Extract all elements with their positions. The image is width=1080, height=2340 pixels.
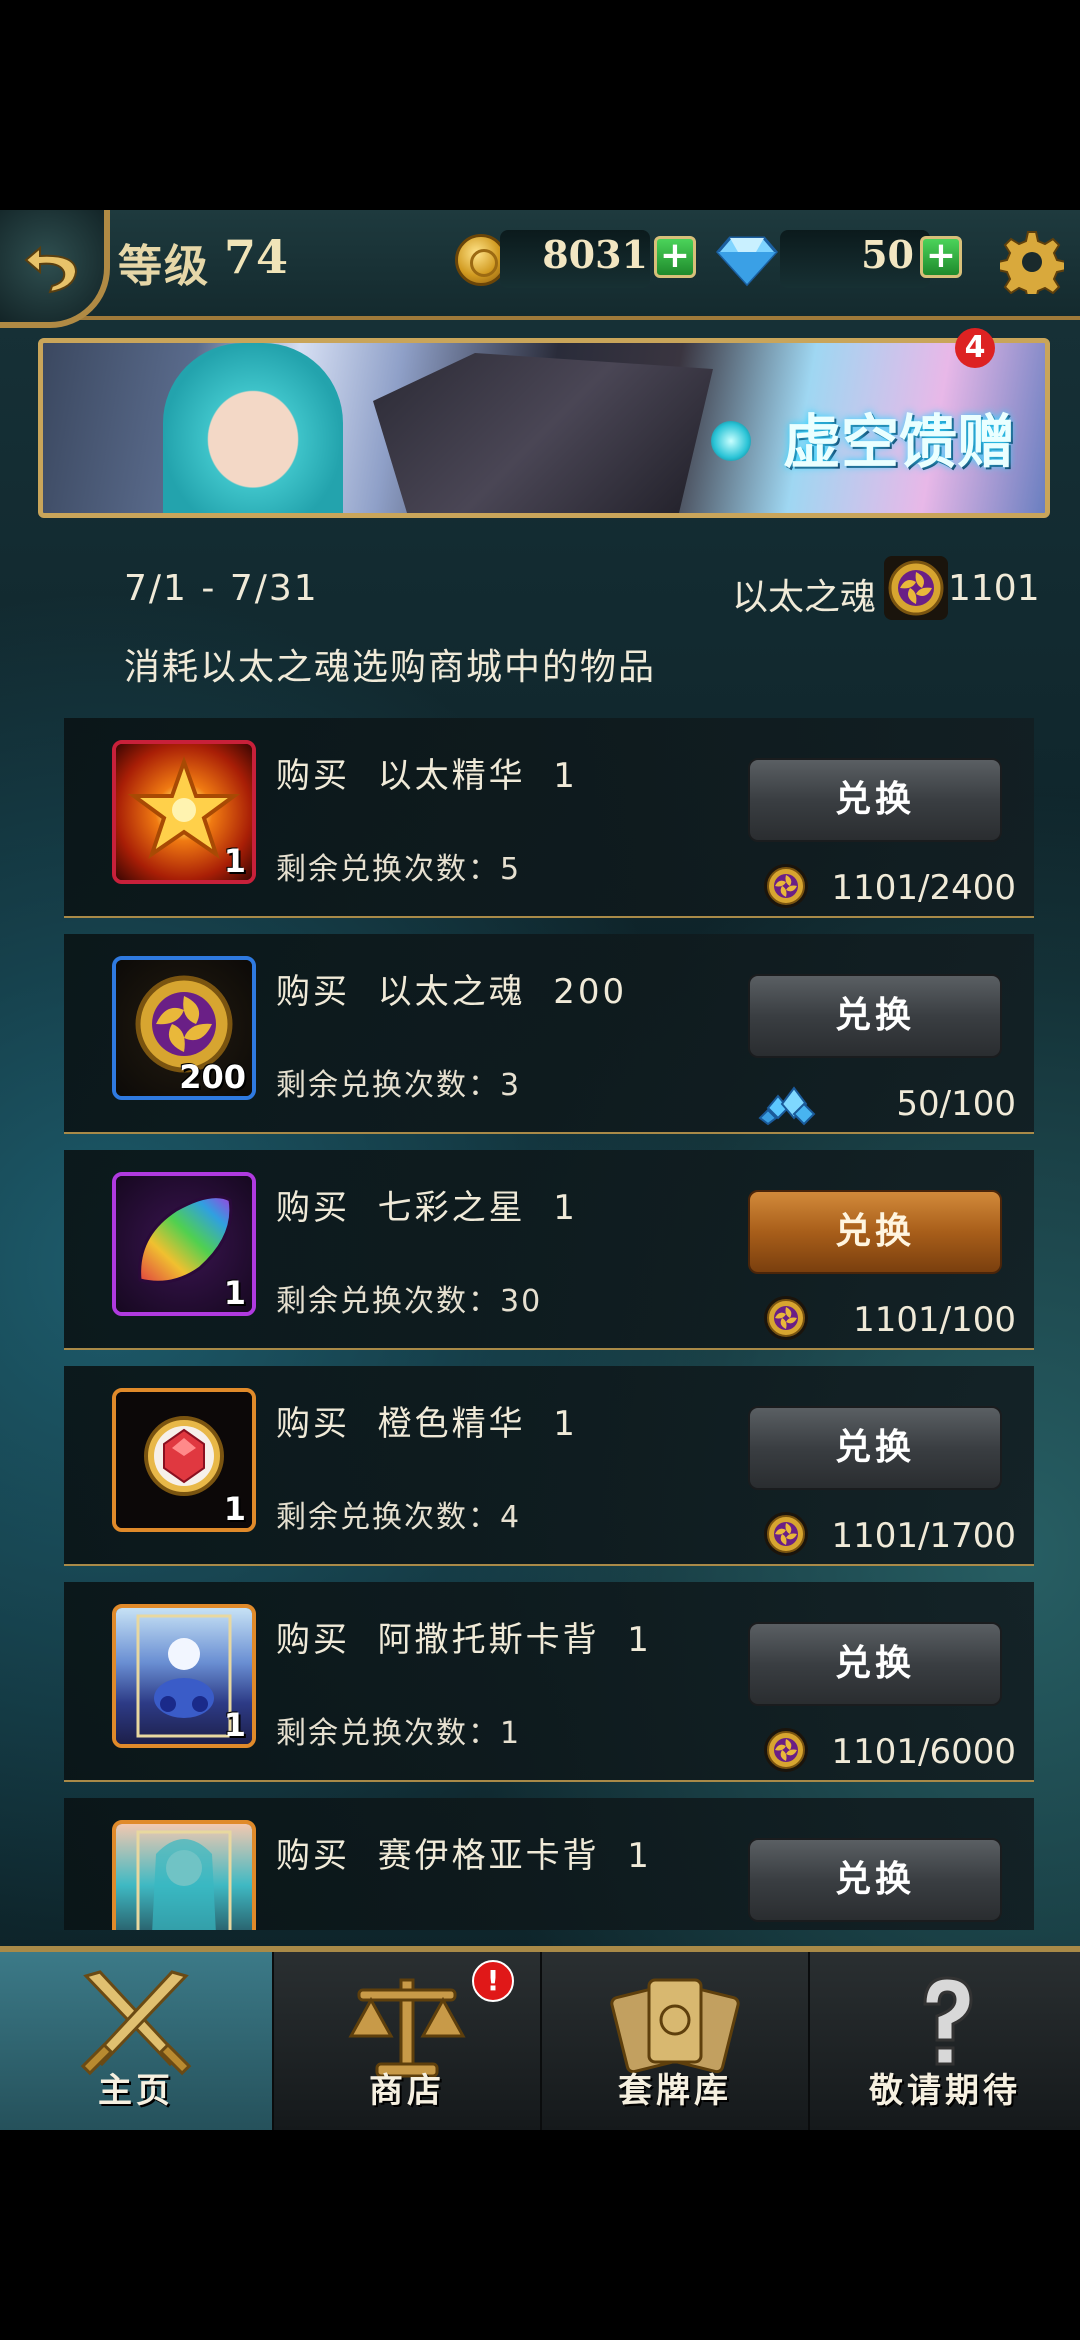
nav-home[interactable]: 主页 [0,1952,274,2130]
item-name: 购买 阿撒托斯卡背 1 [276,1620,652,1660]
shub-niggurath-card-back-icon [116,1824,252,1930]
level-value: 74 [224,230,289,284]
item-slot[interactable]: 1 [112,740,256,884]
item-slot[interactable]: 200 [112,956,256,1100]
exchange-button[interactable]: 兑换 [748,1838,1002,1922]
list-item: 1 购买 阿撒托斯卡背 1 剩余兑换次数：1 兑换 1101/6000 [64,1582,1034,1782]
item-name: 购买 橙色精华 1 [276,1404,578,1444]
item-remaining: 剩余兑换次数：30 [276,1284,543,1319]
item-cost: 1101/6000 [831,1732,1016,1772]
list-item: 购买 赛伊格亚卡背 1 兑换 [64,1798,1034,1930]
list-item: 1 购买 以太精华 1 剩余兑换次数：5 兑换 1101/2400 [64,718,1034,918]
ether-soul-icon [764,1728,808,1772]
nav-deck-label: 套牌库 [618,2071,732,2111]
ether-soul-icon [764,1296,808,1340]
banner-orb [711,421,751,461]
nav-deck[interactable]: 套牌库 [542,1952,810,2130]
item-name: 购买 以太之魂 200 [276,972,628,1012]
level-label: 等级 [118,241,210,292]
item-name: 购买 七彩之星 1 [276,1188,578,1228]
ether-soul-icon [884,556,948,620]
item-name: 购买 以太精华 1 [276,756,578,796]
item-quantity: 200 [179,1058,246,1096]
item-remaining: 剩余兑换次数：5 [276,852,522,887]
gear-icon[interactable] [1000,230,1064,294]
item-slot[interactable]: 1 [112,1388,256,1532]
banner-character [163,343,343,513]
top-bar: 等级 74 8031 + 50 + [0,210,1080,328]
item-cost: 50/100 [896,1084,1016,1124]
ether-soul-count: 1101 [948,568,1040,609]
item-remaining: 剩余兑换次数：1 [276,1716,522,1751]
back-button[interactable] [0,210,110,328]
item-quantity: 1 [223,842,246,880]
add-gold-button[interactable]: + [654,236,696,278]
ether-soul-icon [764,1512,808,1556]
shop-screen: 等级 74 8031 + 50 + 虚空馈赠 4 7/1 - 7/31 以太之魂 [0,210,1080,2130]
bottom-nav: 主页 ! 商店 套牌库 敬请期待 [0,1946,1080,2130]
item-cost: 1101/2400 [831,868,1016,908]
exchange-button[interactable]: 兑换 [748,1406,1002,1490]
back-arrow-icon [24,245,78,294]
nav-coming-soon[interactable]: 敬请期待 [810,1952,1080,2130]
ether-soul-icon [764,864,808,908]
exchange-button[interactable]: 兑换 [748,1190,1002,1274]
item-slot[interactable]: 1 [112,1604,256,1748]
exchange-list[interactable]: 1 购买 以太精华 1 剩余兑换次数：5 兑换 1101/2400 200 购买… [64,718,1034,1930]
item-cost: 1101/1700 [831,1516,1016,1556]
exchange-button[interactable]: 兑换 [748,974,1002,1058]
nav-shop[interactable]: ! 商店 [274,1952,542,2130]
item-remaining: 剩余兑换次数：3 [276,1068,522,1103]
shop-description: 消耗以太之魂选购商城中的物品 [124,647,657,688]
add-diamond-button[interactable]: + [920,236,962,278]
item-cost: 1101/100 [853,1300,1016,1340]
item-remaining: 剩余兑换次数：4 [276,1500,522,1535]
item-quantity: 1 [223,1490,246,1528]
item-name: 购买 赛伊格亚卡背 1 [276,1836,652,1876]
event-date-range: 7/1 - 7/31 [124,568,319,609]
list-item: 1 购买 橙色精华 1 剩余兑换次数：4 兑换 1101/1700 [64,1366,1034,1566]
exchange-button[interactable]: 兑换 [748,758,1002,842]
list-item: 1 购买 七彩之星 1 剩余兑换次数：30 兑换 1101/100 [64,1150,1034,1350]
item-quantity: 1 [223,1706,246,1744]
item-slot[interactable]: 1 [112,1172,256,1316]
shop-alert-badge: ! [472,1960,514,2002]
nav-coming-soon-label: 敬请期待 [869,2071,1021,2111]
diamond-amount: 50 [861,232,914,277]
ether-soul-label: 以太之魂 [732,577,877,618]
diamond-icon [716,236,778,287]
item-slot[interactable] [112,1820,256,1930]
nav-shop-label: 商店 [369,2071,445,2111]
item-quantity: 1 [223,1274,246,1312]
exchange-button[interactable]: 兑换 [748,1622,1002,1706]
list-item: 200 购买 以太之魂 200 剩余兑换次数：3 兑换 50/100 [64,934,1034,1134]
banner-badge: 4 [955,328,995,368]
gold-amount: 8031 [542,232,648,277]
banner-title: 虚空馈赠 [782,408,1015,476]
banner-mech-art [373,353,713,513]
nav-home-label: 主页 [98,2071,174,2111]
diamond-pile-icon [758,1086,816,1126]
event-banner[interactable]: 虚空馈赠 [38,338,1050,518]
